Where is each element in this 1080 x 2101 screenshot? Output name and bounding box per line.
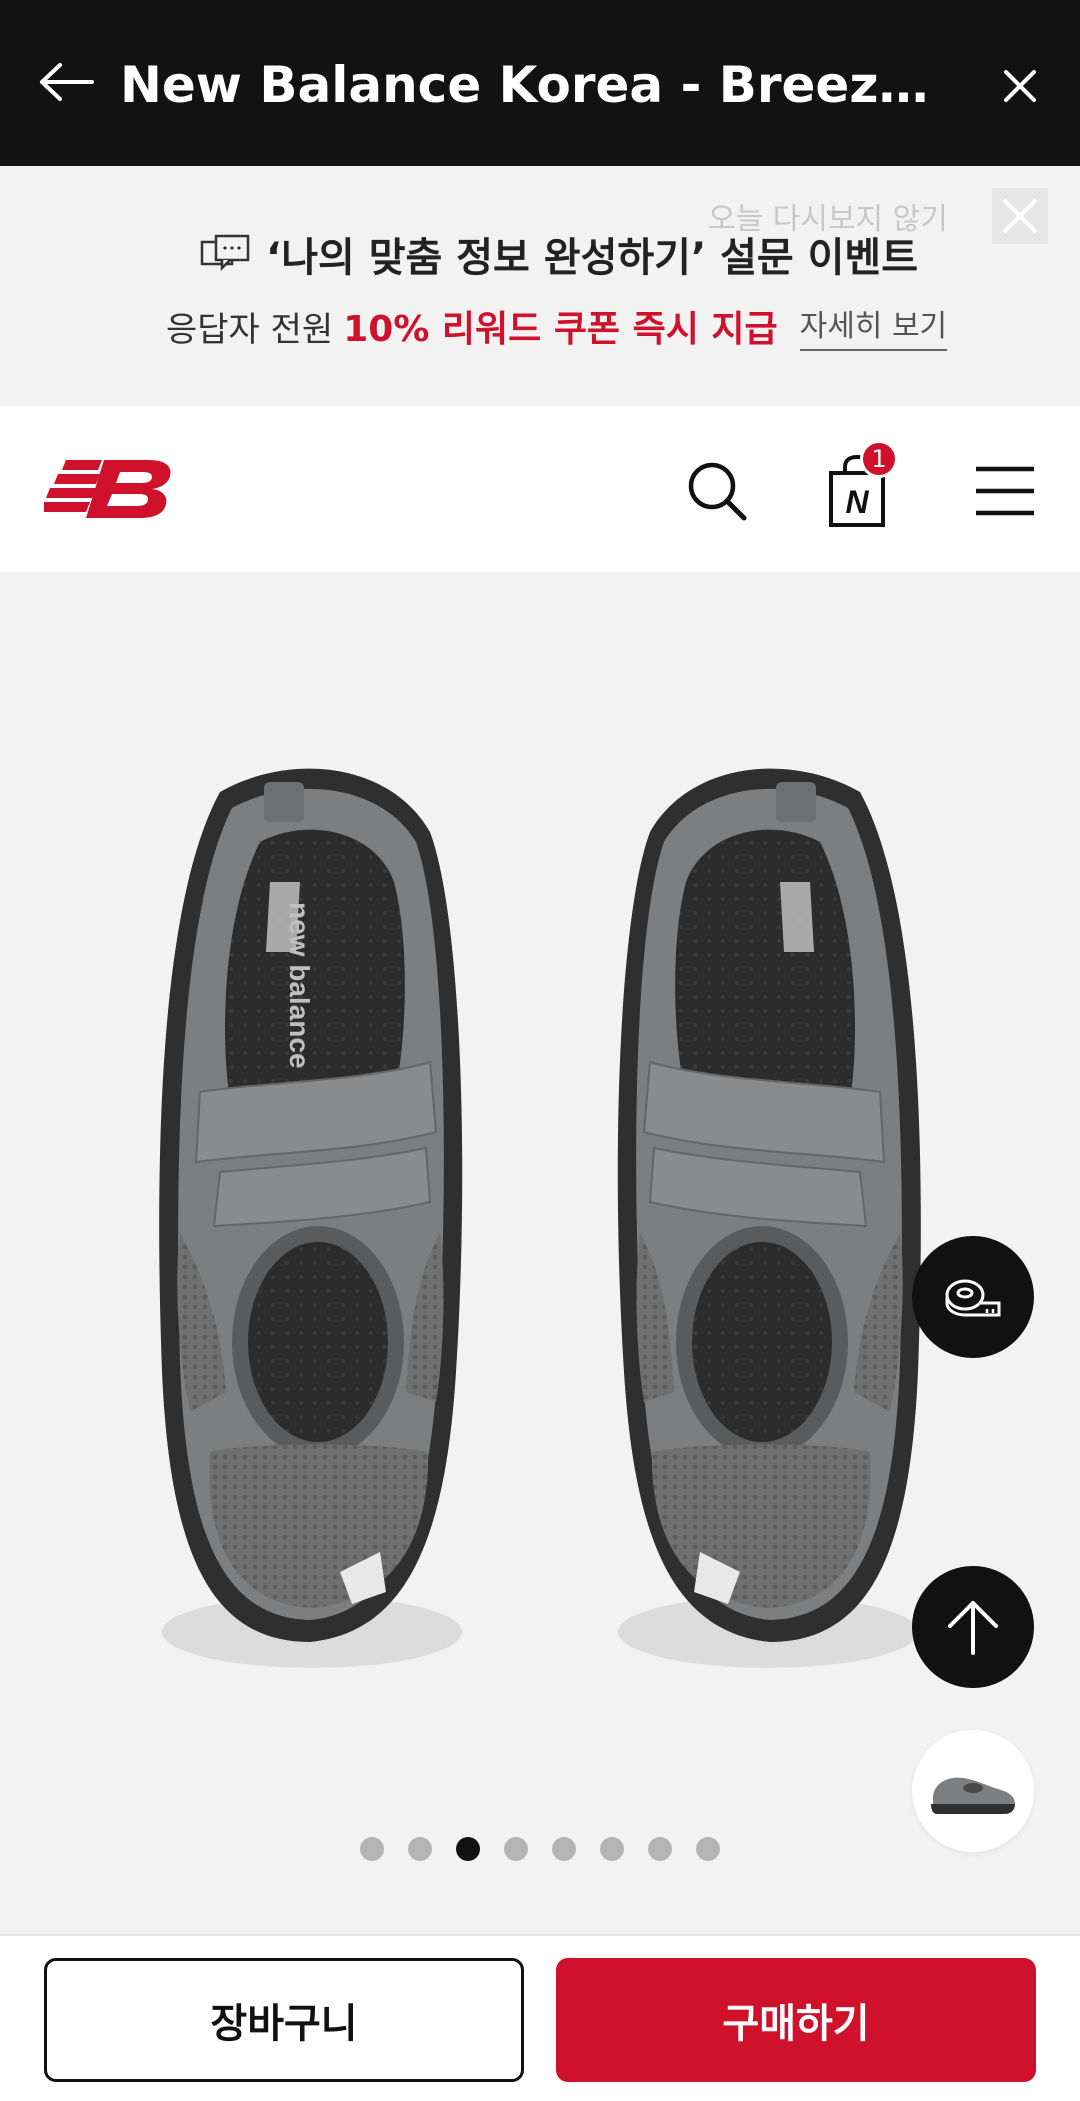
promo-headline: ‘나의 맞춤 정보 완성하기’ 설문 이벤트 [266, 235, 919, 281]
site-header: N 1 [0, 406, 1080, 572]
product-image: new balance [159, 768, 921, 1668]
slide-dot[interactable] [360, 1837, 384, 1861]
scroll-to-top-button[interactable] [912, 1566, 1034, 1688]
arrow-up-icon [948, 1601, 998, 1655]
survey-chat-icon [200, 234, 250, 272]
slide-indicator [0, 1837, 1080, 1865]
close-icon [1004, 70, 1036, 102]
bottom-action-bar: 장바구니 구매하기 [0, 1934, 1080, 2101]
measuring-tape-icon [945, 1279, 1001, 1317]
slide-dot-active[interactable] [456, 1837, 480, 1861]
recent-product-thumbnail[interactable] [912, 1730, 1034, 1852]
slide-dot[interactable] [552, 1837, 576, 1861]
hamburger-menu-icon [976, 466, 1034, 516]
buy-now-button[interactable]: 구매하기 [556, 1958, 1036, 2082]
left-shoe: new balance [159, 768, 463, 1668]
slide-dot[interactable] [648, 1837, 672, 1861]
slide-dot[interactable] [408, 1837, 432, 1861]
product-image-gallery[interactable]: new balance [0, 572, 1080, 1922]
back-button[interactable] [34, 50, 98, 114]
arrow-left-icon [40, 63, 94, 101]
promo-sub-highlight: 10% 리워드 쿠폰 즉시 지급 [343, 309, 778, 350]
slide-dot[interactable] [600, 1837, 624, 1861]
app-bar: New Balance Korea - Breeze / SD··· [0, 0, 1080, 166]
slide-dot[interactable] [504, 1837, 528, 1861]
promo-banner: 오늘 다시보지 않기 ‘나의 맞춤 정보 완성하기’ 설문 이벤트 응답자 전원… [0, 166, 1080, 406]
new-balance-logo[interactable] [40, 456, 176, 522]
menu-button[interactable] [968, 454, 1042, 528]
cart-bag-letter: N [845, 484, 869, 520]
promo-headline-row: ‘나의 맞춤 정보 완성하기’ 설문 이벤트 [200, 224, 918, 284]
page-title: New Balance Korea - Breeze / SD··· [120, 56, 960, 114]
promo-sub-prefix: 응답자 전원 [166, 309, 334, 350]
shoe-thumbnail-icon [931, 1777, 1015, 1814]
slide-dot[interactable] [696, 1837, 720, 1861]
size-guide-button[interactable] [912, 1236, 1034, 1358]
cart-count-badge: 1 [860, 440, 898, 478]
add-to-cart-button[interactable]: 장바구니 [44, 1958, 524, 2082]
search-icon [688, 462, 747, 521]
promo-more-link[interactable]: 자세히 보기 [799, 301, 948, 351]
close-icon [1002, 198, 1038, 234]
search-button[interactable] [680, 454, 754, 528]
close-button[interactable] [990, 56, 1050, 116]
promo-subline: 응답자 전원 10% 리워드 쿠폰 즉시 지급 자세히 보기 [166, 296, 948, 356]
promo-close-button[interactable] [992, 188, 1048, 244]
right-shoe [617, 768, 921, 1668]
nb-logo-icon [40, 460, 171, 518]
